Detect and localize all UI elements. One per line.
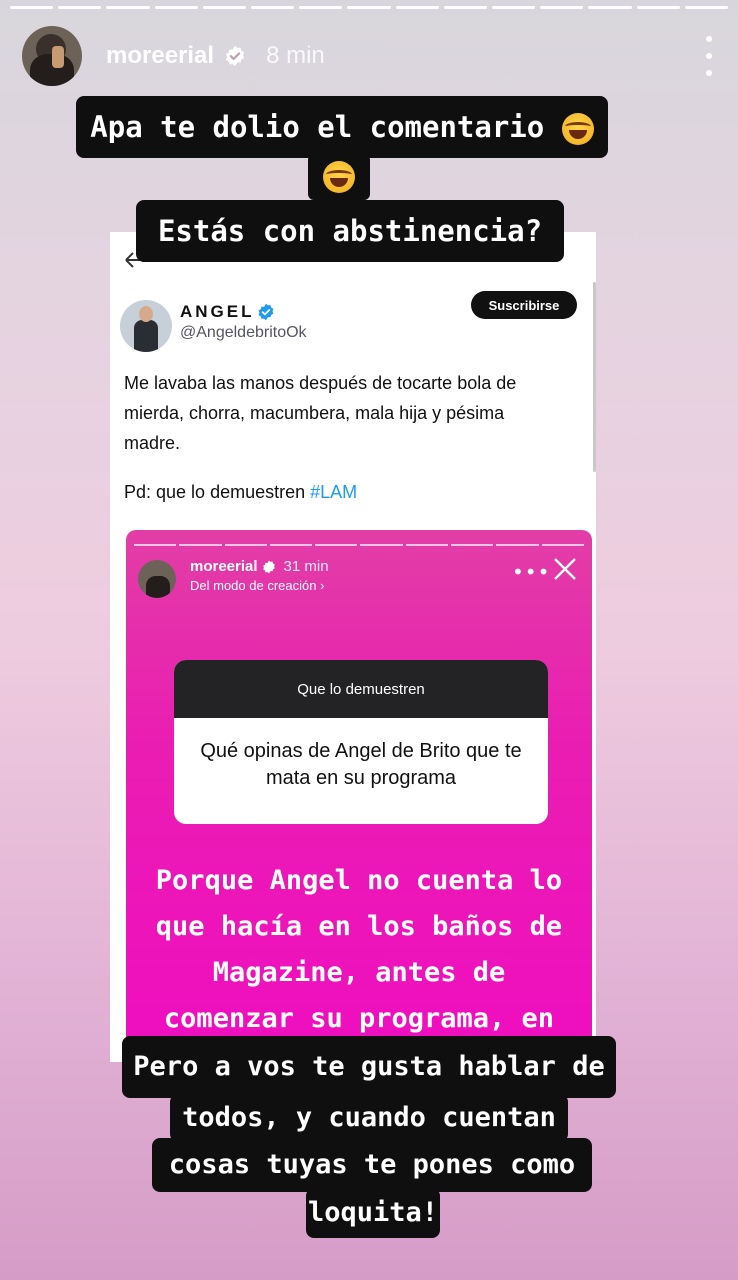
- inner-username[interactable]: moreerial 31 min: [190, 558, 329, 575]
- progress-segment: [154, 6, 198, 9]
- progress-segment: [347, 6, 391, 9]
- scrollbar: [593, 282, 596, 472]
- progress-segment: [636, 6, 680, 9]
- caption-text: cosas tuyas te pones como: [168, 1149, 576, 1180]
- caption-text: todos, y cuando cuentan: [182, 1102, 556, 1133]
- tweet-body: Me lavaba las manos después de tocarte b…: [124, 373, 517, 453]
- laughing-emoji-icon: [561, 113, 594, 145]
- post-time: 8 min: [266, 42, 325, 69]
- question-title: Que lo demuestren: [174, 660, 548, 718]
- caption-bottom-line2: todos, y cuando cuentan: [170, 1094, 568, 1142]
- more-options-icon[interactable]: [702, 36, 716, 76]
- progress-segment: [106, 6, 150, 9]
- caption-text: loquita!: [307, 1197, 439, 1228]
- progress-segment: [492, 6, 536, 9]
- screenshot-panel: ANGEL @AngeldebritoOk Suscribirse Me lav…: [110, 232, 596, 1062]
- tweet-avatar: [120, 300, 172, 352]
- inner-post-time: 31 min: [283, 558, 329, 575]
- progress-segment: [443, 6, 488, 9]
- answer-line: que hacía en los baños de: [155, 911, 563, 942]
- caption-text: Estás con abstinencia?: [157, 214, 543, 248]
- caption-bottom-line4: loquita!: [306, 1188, 440, 1238]
- progress-segment: [540, 6, 584, 9]
- story-header: moreerial 8 min: [22, 26, 716, 86]
- progress-segment: [395, 6, 439, 9]
- caption-top-emoji: [308, 154, 370, 200]
- inner-subtitle[interactable]: Del modo de creación ›: [190, 578, 324, 593]
- inner-more-icon[interactable]: •••: [512, 560, 550, 584]
- verified-badge-icon: [225, 45, 245, 67]
- progress-segment: [684, 6, 729, 9]
- inner-story: moreerial 31 min Del modo de creación › …: [126, 530, 592, 1062]
- progress-segment: [58, 6, 102, 9]
- laughing-emoji-icon: [323, 161, 355, 193]
- username[interactable]: moreerial: [106, 42, 214, 70]
- tweet-ps-text: Pd: que lo demuestren: [124, 482, 306, 502]
- question-text: Qué opinas de Angel de Brito que te mata…: [200, 740, 522, 789]
- hashtag-link[interactable]: #LAM: [310, 482, 357, 502]
- progress-segment: [588, 6, 632, 9]
- inner-avatar[interactable]: [138, 560, 176, 598]
- progress-segment: [10, 6, 54, 9]
- answer-line: Porque Angel no cuenta lo: [155, 865, 563, 896]
- answer-text: Porque Angel no cuenta lo que hacía en l…: [126, 858, 592, 1042]
- question-sticker: Que lo demuestren Qué opinas de Angel de…: [174, 660, 548, 824]
- close-icon[interactable]: [552, 556, 578, 582]
- subscribe-button[interactable]: Suscribirse: [471, 291, 577, 319]
- avatar[interactable]: [22, 26, 82, 86]
- tweet-author-name: ANGEL: [180, 302, 275, 322]
- caption-text: Pero a vos te gusta hablar de: [133, 1051, 605, 1082]
- caption-top-line1: Apa te dolio el comentario: [76, 96, 608, 158]
- tweet-author-label: ANGEL: [180, 302, 255, 321]
- verified-badge-icon: [262, 560, 275, 573]
- progress-segment: [202, 6, 247, 9]
- tweet-handle: @AngeldebritoOk: [180, 324, 307, 341]
- story-progress-bar: [10, 6, 729, 9]
- caption-text: Apa te dolio el comentario: [90, 110, 545, 144]
- answer-line: Magazine, antes de: [212, 957, 506, 988]
- verified-badge-icon: [258, 303, 273, 321]
- tweet-postscript: Pd: que lo demuestren #LAM: [124, 482, 357, 503]
- progress-segment: [299, 6, 343, 9]
- caption-top-line3: Estás con abstinencia?: [136, 200, 564, 262]
- progress-segment: [251, 6, 295, 9]
- inner-username-label: moreerial: [190, 558, 258, 575]
- caption-bottom-line1: Pero a vos te gusta hablar de: [122, 1036, 616, 1098]
- caption-bottom-line3: cosas tuyas te pones como: [152, 1138, 592, 1192]
- inner-progress-bar: [134, 544, 584, 546]
